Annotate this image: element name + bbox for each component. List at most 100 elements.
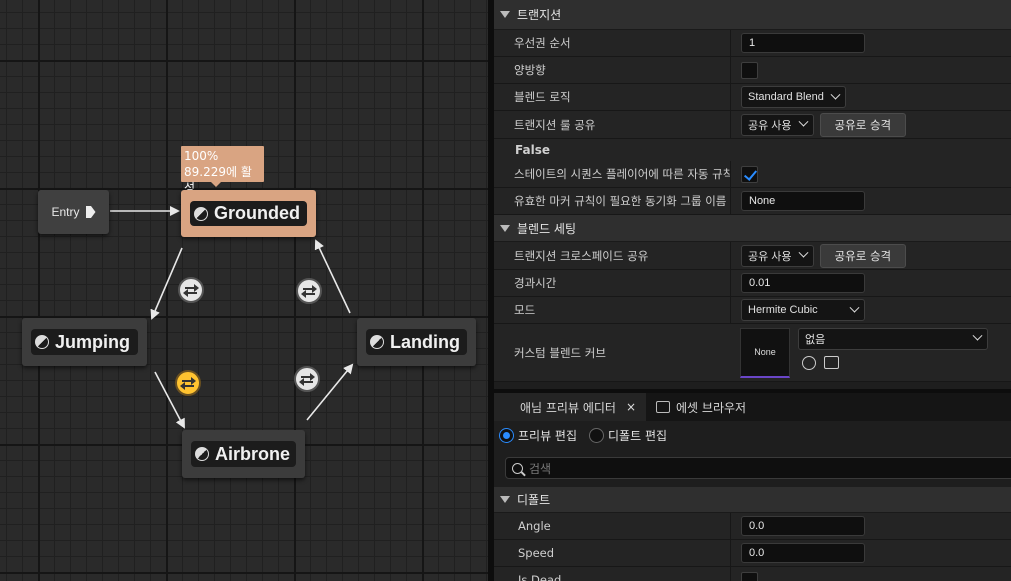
folder-search-icon	[656, 401, 671, 413]
transition-icon-grounded-jumping[interactable]	[178, 277, 204, 303]
property-is-dead: Is Dead	[494, 567, 1011, 581]
crossfade-promote-button[interactable]: 공유로 승격	[819, 243, 907, 268]
chevron-down-icon	[972, 330, 983, 341]
speed-input[interactable]: 0.0	[741, 543, 865, 563]
property-name: Speed	[494, 540, 731, 566]
edit-mode-radio-group: 프리뷰 편집 디폴트 편집	[494, 421, 1011, 449]
duration-input[interactable]: 0.01	[741, 273, 865, 293]
blend-logic-dropdown[interactable]: Standard Blend	[741, 86, 846, 108]
entry-output-pin-icon[interactable]	[85, 206, 96, 218]
category-transition[interactable]: 트랜지션	[494, 0, 1011, 30]
category-blend-settings[interactable]: 블렌드 세팅	[494, 215, 1011, 242]
chevron-down-icon	[798, 247, 808, 258]
state-node-airbrone[interactable]: Airbrone	[182, 430, 305, 478]
state-node-grounded[interactable]: Grounded	[181, 190, 316, 237]
use-selected-asset-icon[interactable]	[802, 355, 816, 370]
search-placeholder: 검색	[529, 461, 552, 476]
radio-selected-icon	[499, 427, 514, 443]
auto-rule-checkbox[interactable]	[741, 165, 758, 183]
wire-grounded-jumping	[150, 247, 183, 320]
property-name: 모드	[494, 297, 731, 323]
tab-label: 애님 프리뷰 에디터	[520, 400, 616, 415]
dropdown-value: 없음	[805, 333, 826, 346]
anim-graph-editor: Entry 100% 89.229에 활성 Grounded Jumping L…	[0, 0, 1011, 581]
radio-unselected-icon	[589, 427, 605, 443]
radio-label: 프리뷰 편집	[518, 428, 578, 443]
tab-asset-browser[interactable]: 에셋 브라우저	[646, 393, 756, 421]
category-default[interactable]: 디폴트	[494, 487, 1011, 513]
tab-bar: 애님 프리뷰 에디터 × 에셋 브라우저	[494, 393, 1011, 421]
property-name: 유효한 마커 규칙이 필요한 동기화 그룹 이름	[494, 188, 731, 214]
state-node-landing[interactable]: Landing	[357, 318, 476, 366]
anim-preview-panel: 애님 프리뷰 에디터 × 에셋 브라우저 프리뷰 편집 디폴트 편집 검색 디폴…	[494, 389, 1011, 581]
property-mode: 모드 Hermite Cubic	[494, 297, 1011, 324]
state-label-landing: Landing	[390, 331, 460, 352]
state-label-jumping: Jumping	[55, 331, 130, 352]
close-icon[interactable]: ×	[626, 400, 636, 414]
priority-input[interactable]: 1	[741, 33, 865, 53]
category-title: 블렌드 세팅	[517, 221, 577, 236]
entry-node[interactable]: Entry	[38, 190, 109, 234]
dropdown-value: 공유 사용	[748, 250, 792, 263]
promote-to-shared-button[interactable]: 공유로 승격	[819, 112, 907, 137]
property-duration: 경과시간 0.01	[494, 270, 1011, 297]
dropdown-value: 공유 사용	[748, 119, 792, 132]
tab-anim-preview-editor[interactable]: 애님 프리뷰 에디터 ×	[494, 393, 647, 421]
dropdown-value: Standard Blend	[748, 91, 824, 103]
property-sync-group: 유효한 마커 규칙이 필요한 동기화 그룹 이름 None	[494, 188, 1011, 215]
dropdown-value: Hermite Cubic	[748, 304, 818, 316]
state-label-airbrone: Airbrone	[215, 443, 291, 464]
radio-default-edit[interactable]: 디폴트 편집	[589, 427, 667, 444]
chevron-down-icon	[849, 302, 860, 313]
state-icon	[370, 335, 384, 349]
property-name: Angle	[494, 513, 731, 539]
property-name: 트랜지션 룰 공유	[494, 111, 731, 138]
category-title: 디폴트	[517, 493, 551, 507]
property-crossfade-sharing: 트랜지션 크로스페이드 공유 공유 사용 공유로 승격	[494, 242, 1011, 270]
state-machine-graph[interactable]: Entry 100% 89.229에 활성 Grounded Jumping L…	[0, 0, 488, 581]
wire-landing-grounded	[314, 239, 351, 314]
radio-preview-edit[interactable]: 프리뷰 편집	[499, 427, 577, 444]
mode-dropdown[interactable]: Hermite Cubic	[741, 299, 865, 321]
curve-thumbnail[interactable]: None	[740, 327, 790, 378]
collapse-arrow-icon	[500, 496, 510, 503]
search-input[interactable]: 검색	[505, 457, 1011, 479]
property-name: 트랜지션 크로스페이드 공유	[494, 242, 731, 269]
property-name: Is Dead	[494, 567, 731, 581]
tooltip-weight: 100%	[184, 149, 219, 163]
details-panel: 트랜지션 우선권 순서 1 양방향 블렌드 로직 Standard Blend …	[494, 0, 1011, 389]
browse-asset-icon[interactable]	[824, 355, 839, 369]
property-priority: 우선권 순서 1	[494, 30, 1011, 57]
rule-sharing-dropdown[interactable]: 공유 사용	[741, 113, 814, 136]
property-custom-curve: 커스텀 블렌드 커브 None 없음	[494, 324, 1011, 382]
state-icon	[195, 447, 209, 461]
angle-input[interactable]: 0.0	[741, 516, 865, 536]
transition-icon-jumping-airbrone-selected[interactable]	[175, 370, 201, 396]
property-name: 우선권 순서	[494, 30, 731, 56]
curve-asset-dropdown[interactable]: 없음	[798, 327, 988, 350]
rule-value-false: False	[494, 139, 1011, 161]
transition-wires	[110, 206, 354, 429]
property-name: 스테이트의 시퀀스 플레이어에 따른 자동 규칙	[494, 161, 731, 187]
search-icon	[512, 462, 523, 474]
collapse-arrow-icon	[500, 224, 510, 232]
tab-label: 에셋 브라우저	[676, 400, 747, 415]
property-rule-sharing: 트랜지션 룰 공유 공유 사용 공유로 승격	[494, 111, 1011, 139]
property-speed: Speed 0.0	[494, 540, 1011, 567]
collapse-arrow-icon	[500, 11, 510, 18]
property-bidirectional: 양방향	[494, 57, 1011, 84]
transition-icon-airbrone-landing[interactable]	[294, 366, 320, 392]
state-icon	[35, 335, 49, 349]
property-name: 커스텀 블렌드 커브	[514, 345, 606, 360]
property-name: 경과시간	[494, 270, 731, 296]
category-title: 트랜지션	[517, 8, 562, 22]
transition-icon-landing-grounded[interactable]	[296, 278, 322, 304]
crossfade-sharing-dropdown[interactable]: 공유 사용	[741, 244, 814, 267]
property-auto-rule: 스테이트의 시퀀스 플레이어에 따른 자동 규칙	[494, 161, 1011, 188]
is-dead-checkbox[interactable]	[741, 571, 758, 581]
sync-group-input[interactable]: None	[741, 191, 865, 211]
bidirectional-checkbox[interactable]	[741, 61, 758, 79]
property-angle: Angle 0.0	[494, 513, 1011, 540]
property-name: 블렌드 로직	[494, 84, 731, 110]
state-node-jumping[interactable]: Jumping	[22, 318, 147, 366]
